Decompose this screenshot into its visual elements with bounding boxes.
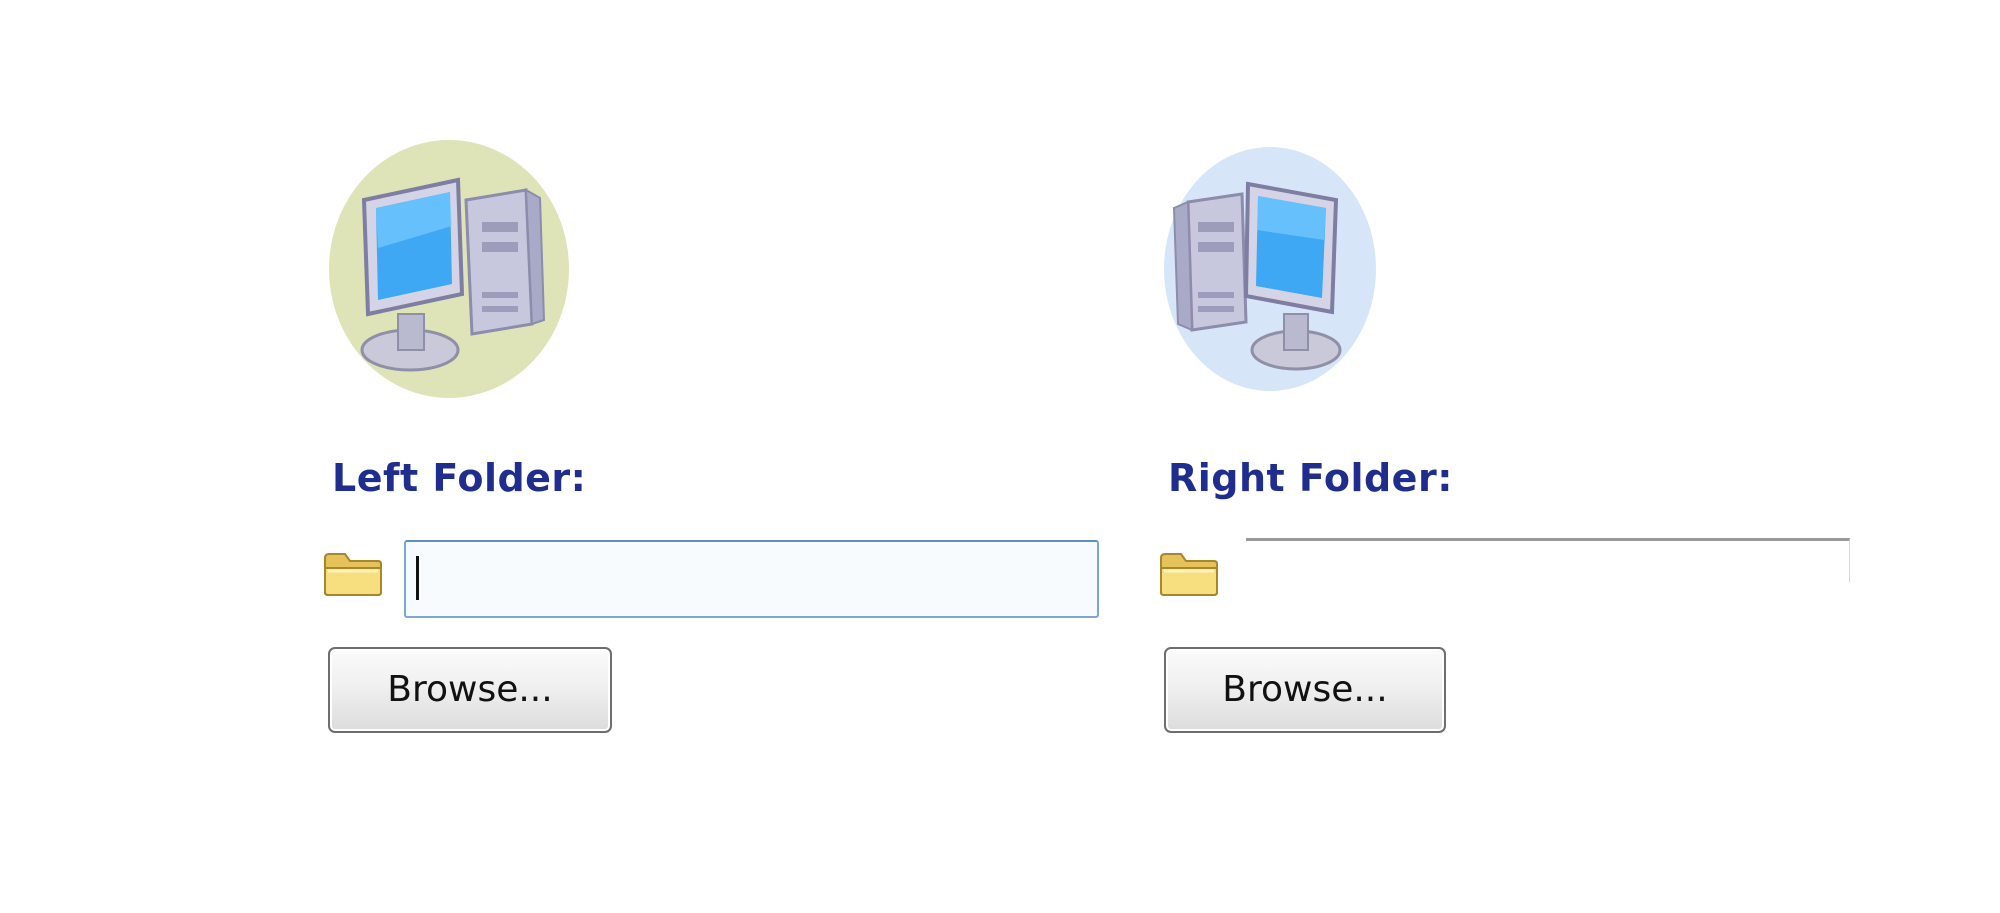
right-folder-label: Right Folder: [1168,456,1453,500]
right-folder-panel: Right Folder: Browse... [1158,0,1958,913]
left-folder-panel: Left Folder: Browse... [322,0,1122,913]
left-folder-label: Left Folder: [332,456,587,500]
computer-icon [329,140,569,398]
left-browse-button[interactable]: Browse... [328,647,612,733]
folder-icon[interactable] [322,548,384,598]
computer-icon [1164,147,1376,391]
right-browse-button[interactable]: Browse... [1164,647,1446,733]
text-caret [416,556,419,600]
folder-icon[interactable] [1158,548,1220,598]
left-folder-path-input[interactable] [404,540,1099,618]
right-folder-path-input[interactable] [1246,538,1850,582]
